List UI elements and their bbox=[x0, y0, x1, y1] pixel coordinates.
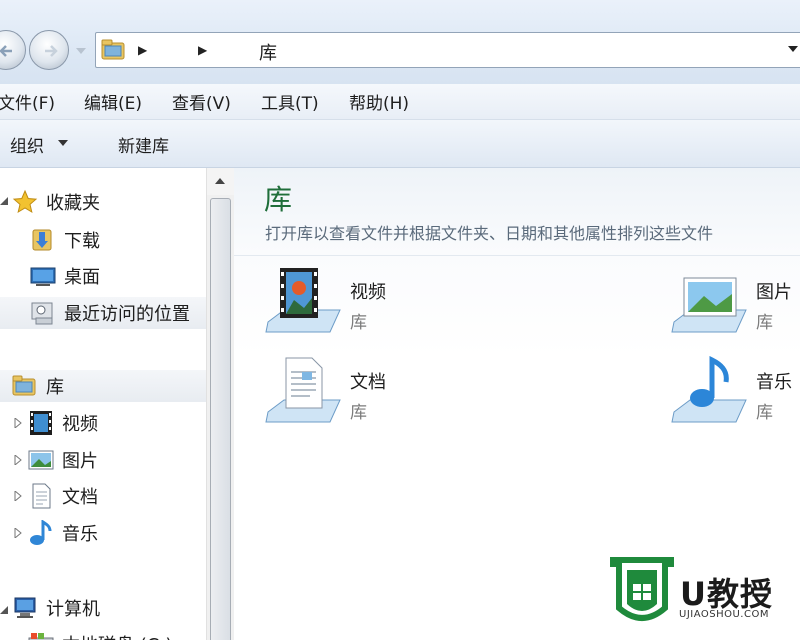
nav-label: 下载 bbox=[64, 231, 100, 252]
downloads-folder-icon bbox=[32, 229, 52, 251]
expand-triangle-icon[interactable] bbox=[14, 491, 24, 501]
expand-triangle-icon[interactable] bbox=[14, 528, 24, 538]
disk-drive-icon bbox=[28, 633, 54, 640]
library-type: 库 bbox=[756, 313, 773, 333]
forward-button[interactable] bbox=[29, 30, 69, 70]
menu-help[interactable]: 帮助(H) bbox=[349, 89, 409, 114]
menu-view[interactable]: 查看(V) bbox=[172, 89, 231, 114]
watermark-url: UJIAOSHOU.COM bbox=[679, 609, 769, 620]
nav-item-desktop[interactable]: 桌面 bbox=[30, 260, 100, 292]
libraries-folder-icon bbox=[12, 375, 36, 396]
nav-label: 桌面 bbox=[64, 267, 100, 288]
video-library-icon bbox=[265, 268, 341, 333]
page-description: 打开库以查看文件并根据文件夹、日期和其他属性排列这些文件 bbox=[265, 224, 714, 243]
library-tile-pictures[interactable]: 图片 库 bbox=[670, 266, 800, 338]
nav-label: 图片 bbox=[62, 451, 98, 472]
recent-places-icon bbox=[31, 302, 53, 325]
arrow-left-icon bbox=[0, 45, 12, 57]
chevron-down-icon bbox=[58, 140, 68, 146]
menu-edit[interactable]: 编辑(E) bbox=[84, 89, 142, 114]
library-name: 音乐 bbox=[756, 372, 792, 393]
navigation-pane: 收藏夹 下载 桌面 最近访问的位置 库 视频 图片 文档 音乐 计算机 bbox=[0, 168, 206, 640]
nav-item-documents[interactable]: 文档 bbox=[28, 480, 98, 512]
nav-item-downloads[interactable]: 下载 bbox=[30, 224, 100, 256]
address-bar-area: ▶ 库 ▶ bbox=[0, 0, 800, 84]
breadcrumb-separator-icon[interactable]: ▶ bbox=[138, 43, 147, 57]
nav-computer[interactable]: 计算机 bbox=[12, 592, 100, 624]
collapse-triangle-icon[interactable] bbox=[0, 606, 10, 616]
nav-item-recent-places[interactable]: 最近访问的位置 bbox=[0, 297, 206, 329]
nav-label: 文档 bbox=[62, 487, 98, 508]
music-library-icon bbox=[671, 356, 747, 423]
address-field[interactable]: ▶ 库 ▶ bbox=[95, 32, 800, 68]
arrow-right-icon bbox=[45, 45, 58, 57]
library-tile-documents[interactable]: 文档 库 bbox=[264, 356, 514, 428]
library-tile-music[interactable]: 音乐 库 bbox=[670, 356, 800, 428]
organize-button[interactable]: 组织 bbox=[10, 132, 44, 157]
new-library-button[interactable]: 新建库 bbox=[118, 132, 169, 157]
back-button[interactable] bbox=[0, 30, 26, 70]
desktop-icon bbox=[30, 267, 56, 286]
library-tile-videos[interactable]: 视频 库 bbox=[264, 266, 514, 338]
address-history-dropdown[interactable] bbox=[787, 44, 799, 54]
scroll-up-button[interactable] bbox=[207, 168, 234, 195]
documents-library-icon bbox=[265, 357, 341, 423]
nav-item-videos[interactable]: 视频 bbox=[28, 407, 98, 439]
nav-favorites[interactable]: 收藏夹 bbox=[12, 186, 100, 218]
libraries-folder-icon bbox=[101, 39, 125, 60]
document-icon bbox=[32, 483, 51, 509]
library-name: 视频 bbox=[350, 282, 386, 303]
nav-libraries[interactable]: 库 bbox=[0, 370, 206, 402]
nav-label: 收藏夹 bbox=[46, 193, 100, 214]
computer-icon bbox=[14, 597, 36, 618]
library-type: 库 bbox=[350, 403, 367, 423]
picture-icon bbox=[28, 450, 54, 470]
nav-item-pictures[interactable]: 图片 bbox=[28, 444, 98, 476]
nav-item-local-disk[interactable]: 本地磁盘 (C:) bbox=[28, 628, 172, 640]
library-name: 文档 bbox=[350, 372, 386, 393]
menu-file[interactable]: 文件(F) bbox=[0, 89, 55, 114]
divider bbox=[234, 255, 800, 256]
recent-pages-dropdown[interactable] bbox=[74, 45, 88, 57]
pictures-library-icon bbox=[671, 277, 747, 333]
command-bar: 组织 新建库 bbox=[0, 120, 800, 168]
scroll-thumb[interactable] bbox=[210, 198, 231, 640]
scroll-up-arrow-icon bbox=[215, 178, 225, 184]
music-note-icon bbox=[30, 520, 52, 545]
expand-triangle-icon[interactable] bbox=[14, 418, 24, 428]
film-strip-icon bbox=[30, 411, 52, 435]
collapse-triangle-icon[interactable] bbox=[0, 197, 10, 207]
library-type: 库 bbox=[350, 313, 367, 333]
breadcrumb-separator-icon[interactable]: ▶ bbox=[198, 43, 207, 57]
star-icon bbox=[12, 189, 38, 214]
nav-label: 最近访问的位置 bbox=[64, 304, 190, 325]
menu-tools[interactable]: 工具(T) bbox=[261, 89, 319, 114]
nav-label: 库 bbox=[46, 377, 64, 398]
nav-label: 计算机 bbox=[46, 599, 100, 620]
nav-scrollbar[interactable] bbox=[206, 168, 234, 640]
expand-triangle-icon[interactable] bbox=[14, 455, 24, 465]
library-type: 库 bbox=[756, 403, 773, 423]
menu-bar: 文件(F) 编辑(E) 查看(V) 工具(T) 帮助(H) bbox=[0, 84, 800, 120]
page-title: 库 bbox=[264, 183, 293, 216]
nav-label: 音乐 bbox=[62, 524, 98, 545]
nav-item-music[interactable]: 音乐 bbox=[28, 517, 98, 549]
nav-label: 视频 bbox=[62, 414, 98, 435]
breadcrumb-libraries[interactable]: 库 bbox=[259, 39, 277, 65]
nav-label: 本地磁盘 (C:) bbox=[62, 631, 172, 640]
library-name: 图片 bbox=[756, 282, 792, 303]
